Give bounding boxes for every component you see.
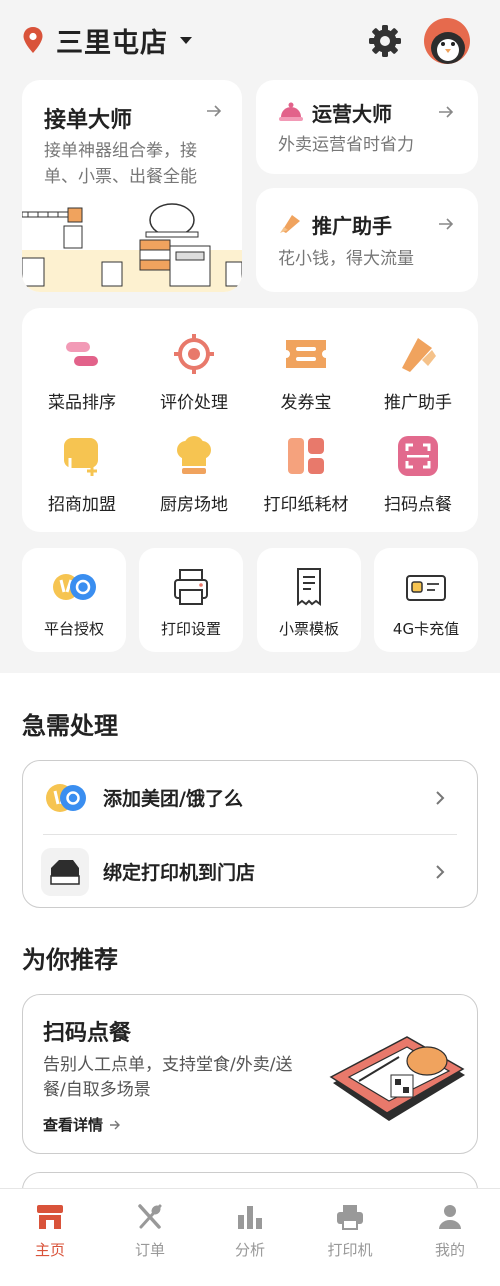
scan-order-illustration (329, 1036, 465, 1121)
urgent-item-label: 添加美团/饿了么 (103, 788, 243, 810)
chevron-right-icon (436, 864, 445, 879)
promotion-card[interactable]: 推广助手 花小钱，得大流量 (256, 188, 478, 292)
tool-grid: 菜品排序 评价处理 发券宝 推广助手 招商加盟 厨房场地 打印纸耗材 扫码点餐 (22, 308, 478, 532)
master-card-subtitle: 接单神器组合拳，接单、小票、出餐全能 (44, 141, 197, 187)
grid-item-label: 推广助手 (384, 393, 452, 413)
tab-profile[interactable]: 我的 (400, 1189, 500, 1286)
printer-icon (174, 569, 208, 605)
operations-card[interactable]: 运营大师 外卖运营省时省力 (256, 80, 478, 174)
grid-item-label: 招商加盟 (48, 495, 116, 515)
join-icon (64, 438, 98, 476)
promotion-card-title: 推广助手 (312, 214, 392, 238)
store-name: 三里屯店 (56, 27, 168, 59)
master-card[interactable]: 接单大师 接单神器组合拳，接单、小票、出餐全能 (22, 80, 242, 292)
mini-tool-label: 小票模板 (278, 620, 339, 638)
arrow-right-icon (110, 1120, 121, 1129)
grid-item-paper[interactable]: 打印纸耗材 (250, 426, 362, 526)
grid-item-label: 扫码点餐 (384, 495, 452, 515)
platform-auth-icon (53, 574, 96, 600)
order-kitchen-illustration (22, 203, 242, 292)
cutlery-icon (138, 1204, 162, 1229)
chevron-down-icon (180, 36, 192, 44)
grid-item-label: 评价处理 (160, 393, 228, 413)
mini-tool-print-settings[interactable]: 打印设置 (139, 548, 243, 652)
recommend-section-title: 为你推荐 (22, 946, 118, 974)
grid-item-label: 打印纸耗材 (263, 495, 349, 515)
tab-label: 打印机 (327, 1241, 373, 1259)
mini-tool-4g-recharge[interactable]: 4G卡充值 (374, 548, 478, 652)
grid-item-label: 发券宝 (280, 393, 332, 413)
grid-item-label: 厨房场地 (160, 495, 228, 515)
arrow-right-icon (207, 105, 222, 117)
megaphone-icon (280, 215, 300, 233)
tab-home[interactable]: 主页 (0, 1189, 100, 1286)
grid-item-franchise[interactable]: 招商加盟 (26, 426, 138, 526)
tab-printer[interactable]: 打印机 (300, 1189, 400, 1286)
grid-item-scan-order[interactable]: 扫码点餐 (362, 426, 474, 526)
printer-icon (337, 1205, 363, 1230)
receipt-icon (297, 568, 321, 606)
sort-icon (66, 342, 98, 366)
user-icon (439, 1205, 461, 1229)
gear-icon[interactable] (368, 24, 402, 58)
grid-item-kitchen[interactable]: 厨房场地 (138, 426, 250, 526)
chevron-right-icon (436, 790, 445, 805)
operations-card-subtitle: 外卖运营省时省力 (278, 135, 414, 155)
urgent-item-label: 绑定打印机到门店 (103, 862, 256, 884)
coupon-icon (286, 340, 326, 368)
service-bell-icon (279, 102, 303, 121)
sim-card-icon (406, 575, 446, 601)
paper-roll-icon (288, 438, 324, 474)
grid-item-coupon[interactable]: 发券宝 (250, 324, 362, 424)
view-details-label: 查看详情 (43, 1116, 104, 1134)
mini-tool-label: 打印设置 (160, 620, 221, 638)
tab-label: 订单 (134, 1241, 165, 1259)
tab-label: 我的 (434, 1241, 465, 1259)
mini-tool-receipt-template[interactable]: 小票模板 (257, 548, 361, 652)
penguin-avatar-icon (431, 32, 465, 64)
arrow-right-icon (439, 218, 454, 230)
avatar[interactable] (424, 18, 470, 64)
arrow-right-icon (439, 106, 454, 118)
grid-item-label: 菜品排序 (48, 393, 116, 413)
grid-item-promotion[interactable]: 推广助手 (362, 324, 474, 424)
target-icon (174, 334, 214, 374)
grid-item-review[interactable]: 评价处理 (138, 324, 250, 424)
megaphone-icon (402, 338, 436, 372)
store-icon (37, 1205, 63, 1229)
tab-label: 主页 (34, 1241, 65, 1259)
bottom-tab-bar: 主页 订单 分析 打印机 我的 (0, 1188, 500, 1286)
store-selector[interactable]: 三里屯店 (56, 21, 192, 60)
printer-device-icon (41, 847, 89, 896)
location-pin-icon (23, 27, 43, 53)
view-details-link[interactable]: 查看详情 (43, 1114, 121, 1135)
urgent-item-bind-printer[interactable]: 绑定打印机到门店 (23, 835, 477, 908)
recommend-card-desc: 告别人工点单，支持堂食/外卖/送餐/自取多场景 (43, 1055, 293, 1100)
recommend-card-title: 扫码点餐 (43, 1021, 132, 1046)
tab-label: 分析 (234, 1241, 265, 1259)
tab-orders[interactable]: 订单 (100, 1189, 200, 1286)
urgent-item-add-platform[interactable]: 添加美团/饿了么 (23, 761, 477, 834)
tab-analytics[interactable]: 分析 (200, 1189, 300, 1286)
bar-chart-icon (238, 1206, 262, 1229)
urgent-section-title: 急需处理 (22, 712, 118, 740)
chef-hat-icon (177, 436, 211, 474)
meituan-eleme-icon (46, 783, 86, 812)
promotion-card-subtitle: 花小钱，得大流量 (278, 249, 414, 269)
mini-tool-label: 4G卡充值 (392, 620, 460, 638)
scan-icon (398, 436, 438, 476)
urgent-list: 添加美团/饿了么 绑定打印机到门店 (22, 760, 478, 908)
recommend-card-scan-order[interactable]: 扫码点餐 告别人工点单，支持堂食/外卖/送餐/自取多场景 查看详情 (22, 994, 478, 1154)
mini-tool-platform-auth[interactable]: 平台授权 (22, 548, 126, 652)
master-card-title: 接单大师 (44, 108, 133, 133)
operations-card-title: 运营大师 (312, 102, 392, 126)
grid-item-dish-sort[interactable]: 菜品排序 (26, 324, 138, 424)
mini-tool-label: 平台授权 (43, 620, 104, 638)
